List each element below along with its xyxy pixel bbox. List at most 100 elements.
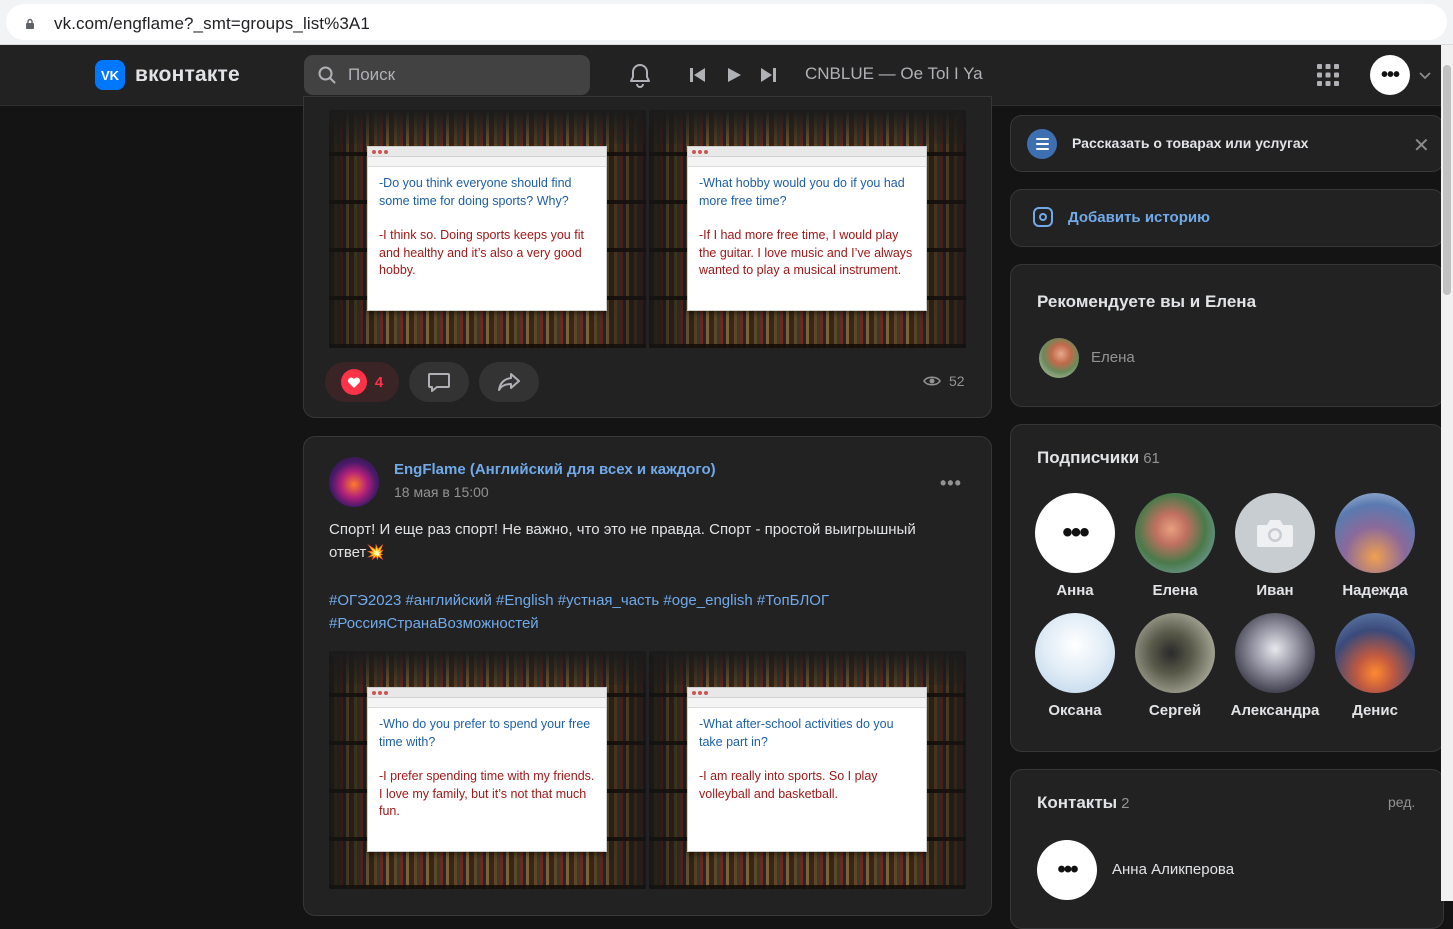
subscribers-title: Подписчики	[1037, 448, 1140, 467]
avatar	[1235, 613, 1315, 693]
close-icon[interactable]: ✕	[1413, 133, 1430, 158]
comment-button[interactable]	[409, 362, 469, 402]
eye-icon	[923, 376, 941, 386]
add-story-card[interactable]: Добавить историю	[1010, 189, 1444, 247]
views-count: 52	[949, 373, 965, 389]
share-icon	[498, 373, 520, 391]
vk-logo[interactable]: VK вконтакте	[95, 60, 240, 90]
subscriber-item[interactable]: Сергей	[1125, 613, 1225, 719]
browser-window-card: -What hobby would you do if you had more…	[687, 146, 927, 311]
next-track-icon[interactable]	[759, 67, 777, 83]
avatar	[1135, 493, 1215, 573]
search-box[interactable]	[304, 55, 590, 95]
avatar	[1035, 613, 1115, 693]
group-avatar[interactable]	[329, 457, 379, 507]
subscriber-name: Иван	[1256, 582, 1294, 599]
post-photo[interactable]: -What hobby would you do if you had more…	[649, 110, 966, 348]
prev-track-icon[interactable]	[689, 67, 707, 83]
browser-window-card: -Who do you prefer to spend your free ti…	[367, 687, 607, 852]
browser-window-card: -Do you think everyone should find some …	[367, 146, 607, 311]
contacts-count: 2	[1121, 795, 1130, 812]
post-date[interactable]: 18 мая в 15:00	[394, 484, 489, 500]
photo-answer: -If I had more free time, I would play t…	[699, 228, 913, 277]
photo-answer: -I prefer spending time with my friends.…	[379, 769, 595, 818]
subscriber-item[interactable]: Надежда	[1325, 493, 1425, 599]
views-counter: 52	[923, 373, 965, 389]
post-card-1: -Do you think everyone should find some …	[303, 96, 992, 418]
post-photo[interactable]: -Who do you prefer to spend your free ti…	[329, 651, 646, 889]
add-story-label[interactable]: Добавить историю	[1068, 209, 1210, 226]
photo-answer: -I am really into sports. So I play voll…	[699, 769, 878, 801]
promo-label[interactable]: Рассказать о товарах или услугах	[1072, 135, 1308, 151]
avatar[interactable]	[1039, 338, 1079, 378]
hashtags-line-2[interactable]: #РоссияСтранаВозможностей	[329, 612, 929, 635]
photo-question: -What hobby would you do if you had more…	[699, 176, 905, 208]
subscriber-name: Анна	[1056, 582, 1094, 599]
subscriber-item[interactable]: Денис	[1325, 613, 1425, 719]
post-photo[interactable]: -What after-school activities do you tak…	[649, 651, 966, 889]
hashtags-line-1[interactable]: #ОГЭ2023 #английский #English #устная_ча…	[329, 589, 929, 612]
avatar	[1135, 613, 1215, 693]
photo-question: -What after-school activities do you tak…	[699, 717, 894, 749]
search-input[interactable]	[348, 55, 578, 95]
photo-question: -Who do you prefer to spend your free ti…	[379, 717, 591, 749]
contact-name[interactable]: Анна Аликперова	[1112, 861, 1234, 878]
heart-icon	[340, 369, 367, 395]
post-text-body: Спорт! И еще раз спорт! Не важно, что эт…	[329, 521, 916, 561]
share-button[interactable]	[479, 362, 539, 402]
photo-answer: -I think so. Doing sports keeps you fit …	[379, 228, 584, 277]
list-icon	[1027, 129, 1057, 159]
comment-icon	[428, 373, 450, 392]
like-button[interactable]: 4	[325, 362, 399, 402]
bell-icon[interactable]	[628, 62, 652, 88]
subscribers-card: Подписчики 61 ••• Анна Елена Иван Надежда	[1010, 424, 1444, 752]
now-playing-track[interactable]: CNBLUE — Oe Tol I Ya	[805, 64, 983, 84]
subscriber-item[interactable]: Иван	[1225, 493, 1325, 599]
subscriber-name: Надежда	[1342, 582, 1408, 599]
contacts-header[interactable]: Контакты 2	[1037, 793, 1130, 813]
camera-icon	[1033, 207, 1053, 227]
explosion-emoji-icon: 💥	[366, 544, 386, 561]
like-count: 4	[374, 373, 384, 391]
lock-icon	[26, 18, 34, 29]
friend-name[interactable]: Елена	[1091, 349, 1135, 366]
vk-logo-text: вконтакте	[135, 63, 240, 86]
post-hashtags[interactable]: #ОГЭ2023 #английский #English #устная_ча…	[329, 589, 929, 635]
url-field[interactable]: vk.com/engflame?_smt=groups_list%3A1	[6, 4, 1447, 40]
subscriber-item[interactable]: Александра	[1225, 613, 1325, 719]
scrollbar-thumb[interactable]	[1443, 65, 1451, 295]
subscriber-item[interactable]: Елена	[1125, 493, 1225, 599]
browser-address-bar: vk.com/engflame?_smt=groups_list%3A1	[0, 0, 1453, 45]
avatar: •••	[1035, 493, 1115, 573]
post-text: Спорт! И еще раз спорт! Не важно, что эт…	[329, 518, 929, 564]
recommend-title: Рекомендуете вы и Елена	[1037, 292, 1257, 311]
subscriber-name: Денис	[1352, 702, 1398, 719]
vk-logo-mark: VK	[95, 60, 125, 90]
post-photo[interactable]: -Do you think everyone should find some …	[329, 110, 646, 348]
avatar	[1235, 493, 1315, 573]
subscriber-item[interactable]: Оксана	[1025, 613, 1125, 719]
contacts-card: Контакты 2 ред. ••• Анна Аликперова	[1010, 769, 1444, 929]
contacts-title: Контакты	[1037, 793, 1118, 812]
avatar[interactable]: •••	[1037, 840, 1097, 900]
edit-contacts-link[interactable]: ред.	[1388, 794, 1415, 810]
promo-card[interactable]: Рассказать о товарах или услугах ✕	[1010, 115, 1444, 172]
page-scrollbar[interactable]	[1441, 45, 1453, 901]
url-text: vk.com/engflame?_smt=groups_list%3A1	[54, 14, 370, 33]
avatar	[1335, 613, 1415, 693]
subscriber-name: Елена	[1152, 582, 1198, 599]
profile-avatar-button[interactable]: •••	[1370, 55, 1410, 95]
subscribers-header[interactable]: Подписчики 61	[1037, 448, 1160, 468]
subscribers-count: 61	[1143, 450, 1160, 467]
recommend-card: Рекомендуете вы и Елена Елена	[1010, 264, 1444, 407]
chevron-down-icon[interactable]	[1419, 72, 1431, 80]
more-options-icon[interactable]: •••	[940, 473, 962, 494]
search-icon	[318, 66, 336, 84]
play-icon[interactable]	[726, 67, 742, 83]
camera-placeholder-icon	[1257, 520, 1293, 547]
subscriber-item[interactable]: ••• Анна	[1025, 493, 1125, 599]
browser-window-card: -What after-school activities do you tak…	[687, 687, 927, 852]
subscriber-name: Оксана	[1048, 702, 1102, 719]
apps-grid-icon[interactable]	[1317, 64, 1339, 86]
post-author-link[interactable]: EngFlame (Английский для всех и каждого)	[394, 461, 716, 478]
